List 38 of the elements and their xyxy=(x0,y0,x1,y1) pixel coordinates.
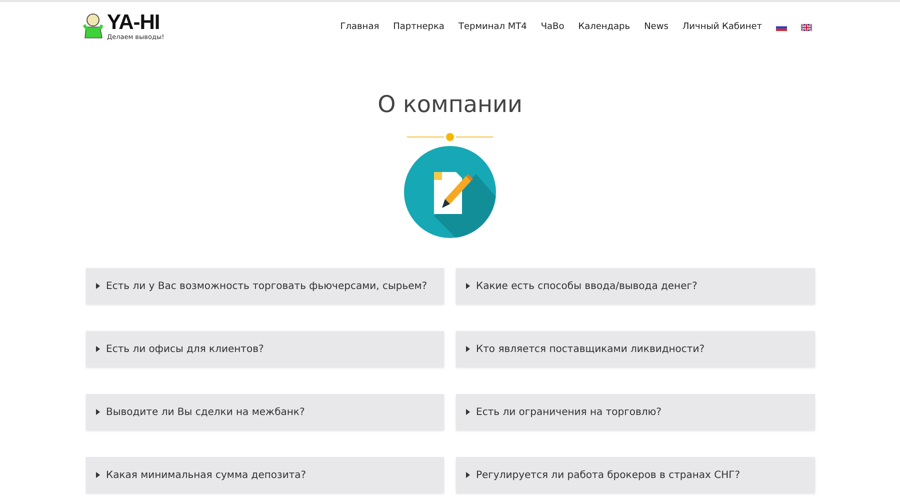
dot-divider-icon xyxy=(407,132,493,142)
faq-question: Выводите ли Вы сделки на межбанк? xyxy=(106,406,305,418)
faq-question: Есть ли ограничения на торговлю? xyxy=(476,406,662,418)
faq-question: Есть ли офисы для клиентов? xyxy=(106,344,264,354)
faq-question: Какие есть способы ввода/вывода денег? xyxy=(476,280,698,292)
faq-item[interactable]: Есть ли ограничения на торговлю? xyxy=(456,394,815,430)
faq-item[interactable]: Выводите ли Вы сделки на межбанк? xyxy=(86,394,444,430)
caret-right-icon xyxy=(96,346,100,352)
faq-item[interactable]: Какая минимальная сумма депозита? xyxy=(86,457,444,493)
caret-right-icon xyxy=(96,409,100,415)
nav-link[interactable]: Календарь xyxy=(578,22,630,32)
faq-item[interactable]: Регулируется ли работа брокеров в странах СНГ? xyxy=(456,457,815,493)
nav-link[interactable]: Главная xyxy=(340,22,380,32)
russia-flag-icon[interactable] xyxy=(776,24,787,30)
caret-right-icon xyxy=(96,472,100,478)
faq-question: Регулируется ли работа брокеров в странах СНГ? xyxy=(476,470,740,480)
page-title: О компании xyxy=(376,91,524,120)
faq-item[interactable]: Есть ли у Вас возможность торговать фьючерсами, сырьем? xyxy=(86,268,444,304)
nav-link[interactable]: Партнерка xyxy=(393,22,444,32)
nav-link[interactable]: Терминал MT4 xyxy=(458,22,527,32)
faq-item[interactable]: Есть ли офисы для клиентов? xyxy=(86,331,444,367)
faq-question: Какая минимальная сумма депозита? xyxy=(106,470,306,480)
caret-right-icon xyxy=(466,346,470,352)
nav-link[interactable]: Личный Кабинет xyxy=(682,22,762,32)
caret-right-icon xyxy=(96,283,100,289)
caret-right-icon xyxy=(466,283,470,289)
document-pen-icon xyxy=(404,146,496,238)
uk-flag-icon[interactable] xyxy=(801,24,812,30)
caret-right-icon xyxy=(466,409,470,415)
logo-text[interactable]: YA-HI xyxy=(107,13,164,33)
nav-link[interactable]: News xyxy=(644,22,668,32)
faq-question: Кто является поставщиками ликвидности? xyxy=(476,344,705,354)
faq-item[interactable]: Кто является поставщиками ликвидности? xyxy=(456,331,815,367)
nav-link[interactable]: ЧаВо xyxy=(540,22,564,32)
caret-right-icon xyxy=(466,472,470,478)
mascot-icon xyxy=(83,13,105,39)
faq-item[interactable]: Какие есть способы ввода/вывода денег? xyxy=(456,268,815,304)
faq-question: Есть ли у Вас возможность торговать фьючерсами, сырьем? xyxy=(106,280,428,292)
